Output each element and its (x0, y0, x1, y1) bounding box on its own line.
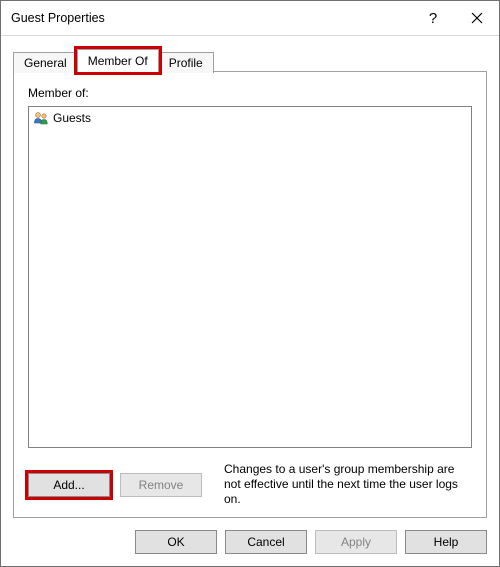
tabstrip: General Member Of Profile (13, 48, 487, 72)
add-button[interactable]: Add... (28, 473, 110, 497)
button-label: Cancel (247, 535, 284, 549)
memberof-listbox[interactable]: Guests (28, 106, 472, 448)
tab-label: Member Of (88, 54, 148, 68)
button-label: Add... (53, 478, 84, 492)
ok-button[interactable]: OK (135, 530, 217, 554)
tab-label: General (24, 56, 67, 70)
panel-actions-row: Add... Remove Changes to a user's group … (28, 462, 472, 507)
help-button[interactable]: Help (405, 530, 487, 554)
memberof-label: Member of: (28, 86, 472, 100)
hint-text: Changes to a user's group membership are… (224, 462, 472, 507)
apply-button: Apply (315, 530, 397, 554)
tab-general[interactable]: General (13, 52, 78, 73)
help-icon[interactable]: ? (411, 1, 455, 35)
list-item-label: Guests (53, 111, 91, 125)
window-title: Guest Properties (11, 11, 105, 25)
tab-label: Profile (169, 56, 203, 70)
remove-button: Remove (120, 473, 202, 497)
button-label: Help (434, 535, 459, 549)
tab-member-of[interactable]: Member Of (77, 49, 159, 72)
titlebar: Guest Properties ? (1, 1, 499, 36)
dialog-footer: OK Cancel Apply Help (1, 518, 499, 566)
tab-profile[interactable]: Profile (158, 52, 214, 73)
client-area: General Member Of Profile Member of: (1, 36, 499, 518)
group-icon (33, 110, 49, 126)
close-icon[interactable] (455, 1, 499, 35)
dialog-window: Guest Properties ? General Member Of Pro… (0, 0, 500, 567)
button-label: Apply (341, 535, 371, 549)
list-item[interactable]: Guests (31, 109, 469, 127)
button-label: OK (167, 535, 184, 549)
tab-panel-member-of: Member of: Guests Add. (13, 71, 487, 518)
cancel-button[interactable]: Cancel (225, 530, 307, 554)
button-label: Remove (139, 478, 184, 492)
